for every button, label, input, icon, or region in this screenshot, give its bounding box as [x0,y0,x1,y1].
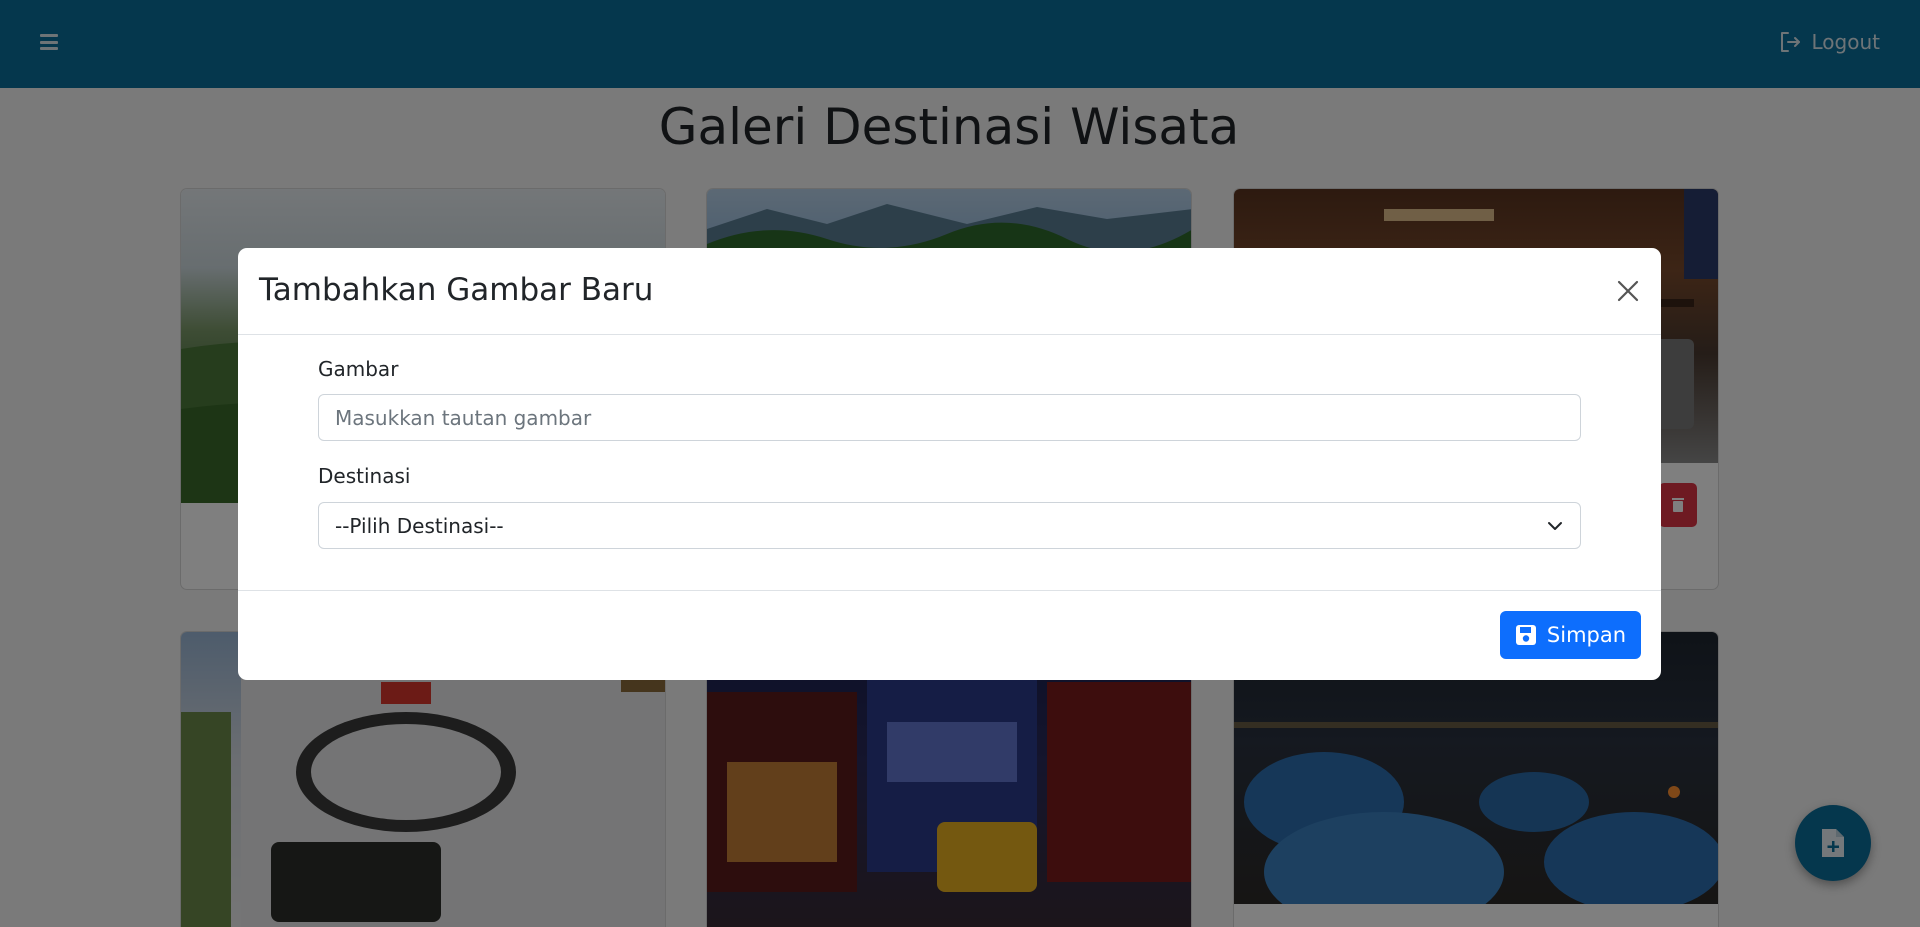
image-label: Gambar [318,357,399,381]
chevron-down-icon [1548,522,1562,530]
destination-selected-value: --Pilih Destinasi-- [335,513,504,538]
modal-footer: Simpan [238,590,1661,680]
save-label: Simpan [1546,623,1627,647]
save-button[interactable]: Simpan [1500,611,1641,659]
destination-label: Destinasi [318,464,411,488]
close-button[interactable] [1613,276,1643,306]
save-icon [1515,625,1536,645]
modal-title: Tambahkan Gambar Baru [259,272,654,308]
add-image-modal: Tambahkan Gambar Baru Gambar Destinasi -… [238,248,1661,680]
destination-select[interactable]: --Pilih Destinasi-- [318,502,1581,549]
image-url-input[interactable] [318,394,1581,441]
modal-header: Tambahkan Gambar Baru [238,248,1661,335]
close-icon [1617,280,1639,302]
